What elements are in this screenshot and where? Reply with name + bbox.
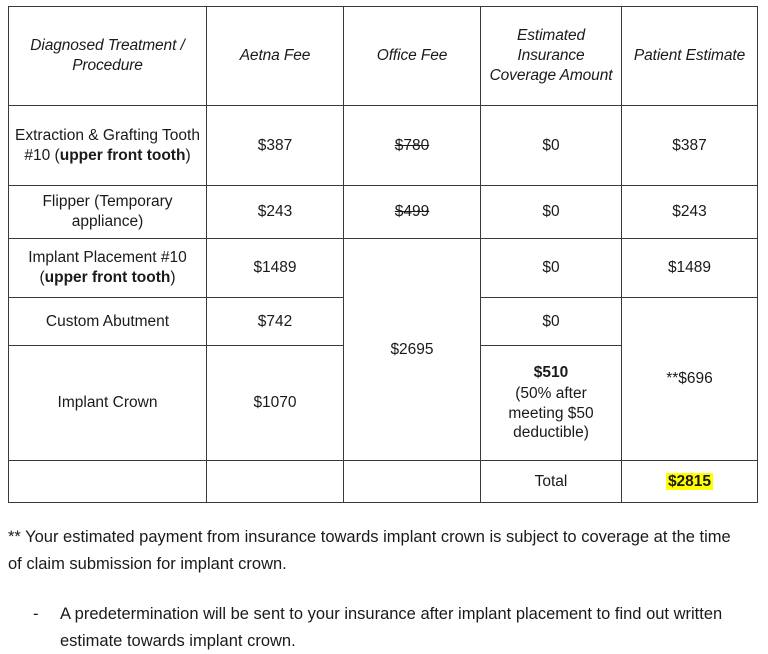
cell-patient-estimate: $243 xyxy=(621,185,758,239)
insurance-amount: $510 xyxy=(533,363,569,381)
cell-office-fee-merged: $2695 xyxy=(343,238,481,461)
insurance-amount-note: (50% after meeting $50 deductible) xyxy=(508,384,594,442)
cell-patient-estimate: $1489 xyxy=(621,238,758,298)
total-label: Total xyxy=(480,460,622,503)
procedure-emphasis: upper front tooth xyxy=(59,146,186,164)
office-fee-struck-value: $499 xyxy=(394,203,430,221)
cell-procedure: Extraction & Grafting Tooth #10 (upper f… xyxy=(8,105,207,186)
cell-patient-estimate: $387 xyxy=(621,105,758,186)
cell-total-empty-office xyxy=(343,460,481,503)
bullet-footnote-text: A predetermination will be sent to your … xyxy=(60,605,723,650)
cell-insurance-coverage: $0 xyxy=(480,238,622,298)
procedure-tail: ) xyxy=(170,269,176,286)
table-row: Flipper (Temporary appliance) $243 $499 … xyxy=(8,185,758,239)
cell-procedure: Flipper (Temporary appliance) xyxy=(8,185,207,239)
cell-insurance-coverage: $0 xyxy=(480,105,622,186)
cell-aetna-fee: $1489 xyxy=(206,238,344,298)
cell-insurance-coverage: $0 xyxy=(480,185,622,239)
estimate-document: Diagnosed Treatment / Procedure Aetna Fe… xyxy=(0,0,768,653)
cell-procedure: Implant Crown xyxy=(8,345,207,461)
cell-aetna-fee: $243 xyxy=(206,185,344,239)
column-header-patient-estimate: Patient Estimate xyxy=(621,6,758,106)
bullet-dash-marker: - xyxy=(33,605,39,623)
total-value-highlighted: $2815 xyxy=(665,472,714,490)
procedure-tail: ) xyxy=(185,146,191,164)
cell-office-fee: $780 xyxy=(343,105,481,186)
table-row: Extraction & Grafting Tooth #10 (upper f… xyxy=(8,105,758,186)
column-header-aetna-fee: Aetna Fee xyxy=(206,6,344,106)
cell-aetna-fee: $387 xyxy=(206,105,344,186)
cell-total-value: $2815 xyxy=(621,460,758,503)
column-header-procedure: Diagnosed Treatment / Procedure xyxy=(8,6,207,106)
table-total-row: Total $2815 xyxy=(8,460,758,503)
column-header-insurance-coverage: Estimated Insurance Coverage Amount xyxy=(480,6,622,106)
cell-total-empty-aetna xyxy=(206,460,344,503)
cell-aetna-fee: $742 xyxy=(206,297,344,346)
cell-patient-estimate-merged: **$696 xyxy=(621,297,758,461)
cell-insurance-coverage: $0 xyxy=(480,297,622,346)
office-fee-struck-value: $780 xyxy=(394,136,430,154)
table-row: Implant Placement #10 (upper front tooth… xyxy=(8,238,758,461)
column-header-office-fee: Office Fee xyxy=(343,6,481,106)
cell-total-empty-procedure xyxy=(8,460,207,503)
table-header-row: Diagnosed Treatment / Procedure Aetna Fe… xyxy=(8,6,758,106)
asterisk-footnote: ** Your estimated payment from insurance… xyxy=(8,528,731,573)
bullet-footnote: - A predetermination will be sent to you… xyxy=(33,601,739,654)
cell-insurance-coverage: $510 (50% after meeting $50 deductible) xyxy=(480,345,622,461)
procedure-emphasis: upper front tooth xyxy=(44,269,171,286)
treatment-estimate-table: Diagnosed Treatment / Procedure Aetna Fe… xyxy=(8,6,758,503)
cell-procedure: Implant Placement #10 (upper front tooth… xyxy=(8,238,207,298)
cell-office-fee: $499 xyxy=(343,185,481,239)
cell-aetna-fee: $1070 xyxy=(206,345,344,461)
cell-procedure: Custom Abutment xyxy=(8,297,207,346)
